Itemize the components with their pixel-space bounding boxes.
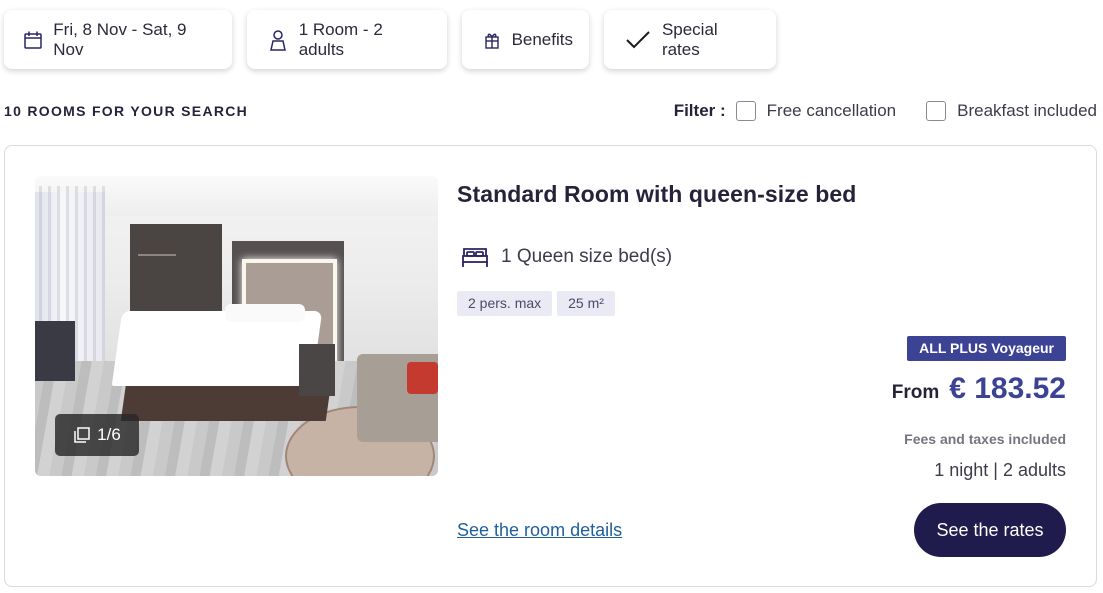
photo-pillow bbox=[260, 304, 305, 322]
checkmark-icon bbox=[624, 29, 652, 51]
free-cancellation-checkbox[interactable] bbox=[735, 101, 756, 121]
photo-cushion bbox=[407, 362, 438, 394]
photo-shelf bbox=[138, 254, 176, 256]
capacity-tag: 2 pers. max bbox=[457, 291, 553, 316]
photo-nightstand bbox=[299, 344, 335, 396]
results-count: 10 ROOMS FOR YOUR SEARCH bbox=[4, 103, 249, 119]
bed-info: 1 Queen size bed(s) bbox=[461, 246, 672, 268]
size-tag: 25 m² bbox=[557, 291, 615, 316]
see-rates-button[interactable]: See the rates bbox=[914, 503, 1066, 557]
benefits-chip[interactable]: Benefits bbox=[462, 10, 589, 69]
price-prefix: From bbox=[891, 382, 940, 403]
photo-counter[interactable]: 1/6 bbox=[55, 414, 139, 456]
room-photo[interactable]: 1/6 bbox=[35, 176, 438, 476]
search-summary-bar: Fri, 8 Nov - Sat, 9 Nov 1 Room - 2 adult… bbox=[4, 10, 791, 69]
filter-bar: Filter : Free cancellation Breakfast inc… bbox=[674, 101, 1097, 121]
occupancy-label: 1 Room - 2 adults bbox=[298, 19, 383, 59]
bed-icon bbox=[461, 246, 489, 268]
photo-desk bbox=[35, 321, 75, 381]
dates-label: Fri, 8 Nov - Sat, 9 Nov bbox=[53, 19, 187, 59]
dates-chip[interactable]: Fri, 8 Nov - Sat, 9 Nov bbox=[4, 10, 232, 69]
photo-counter-label: 1/6 bbox=[97, 425, 121, 444]
room-details-link[interactable]: See the room details bbox=[457, 520, 622, 541]
filter-free-cancellation[interactable]: Free cancellation bbox=[735, 101, 897, 121]
filter-breakfast-included[interactable]: Breakfast included bbox=[926, 101, 1097, 121]
room-card: 1/6 Standard Room with queen-size bed 1 … bbox=[4, 145, 1097, 587]
room-tags: 2 pers. max 25 m² bbox=[457, 291, 620, 316]
breakfast-included-label: Breakfast included bbox=[957, 101, 1097, 120]
benefits-label: Benefits bbox=[511, 29, 573, 49]
person-icon bbox=[267, 29, 289, 51]
free-cancellation-label: Free cancellation bbox=[766, 101, 897, 120]
bed-label: 1 Queen size bed(s) bbox=[501, 246, 673, 267]
gift-icon bbox=[482, 29, 502, 51]
breakfast-included-checkbox[interactable] bbox=[926, 101, 947, 121]
special-rates-chip[interactable]: Special rates bbox=[604, 10, 776, 69]
price-amount: € 183.52 bbox=[949, 372, 1066, 405]
filter-label: Filter : bbox=[673, 101, 726, 120]
fees-note: Fees and taxes included bbox=[904, 431, 1066, 447]
price-row: From € 183.52 bbox=[892, 372, 1066, 406]
occupancy-chip[interactable]: 1 Room - 2 adults bbox=[247, 10, 447, 69]
room-title: Standard Room with queen-size bed bbox=[457, 181, 857, 207]
stay-summary: 1 night | 2 adults bbox=[934, 460, 1066, 480]
loyalty-badge: ALL PLUS Voyageur bbox=[907, 336, 1066, 361]
photo-bed bbox=[111, 311, 323, 386]
gallery-icon bbox=[73, 426, 91, 444]
calendar-icon bbox=[22, 29, 43, 51]
special-rates-label: Special rates bbox=[661, 19, 718, 59]
